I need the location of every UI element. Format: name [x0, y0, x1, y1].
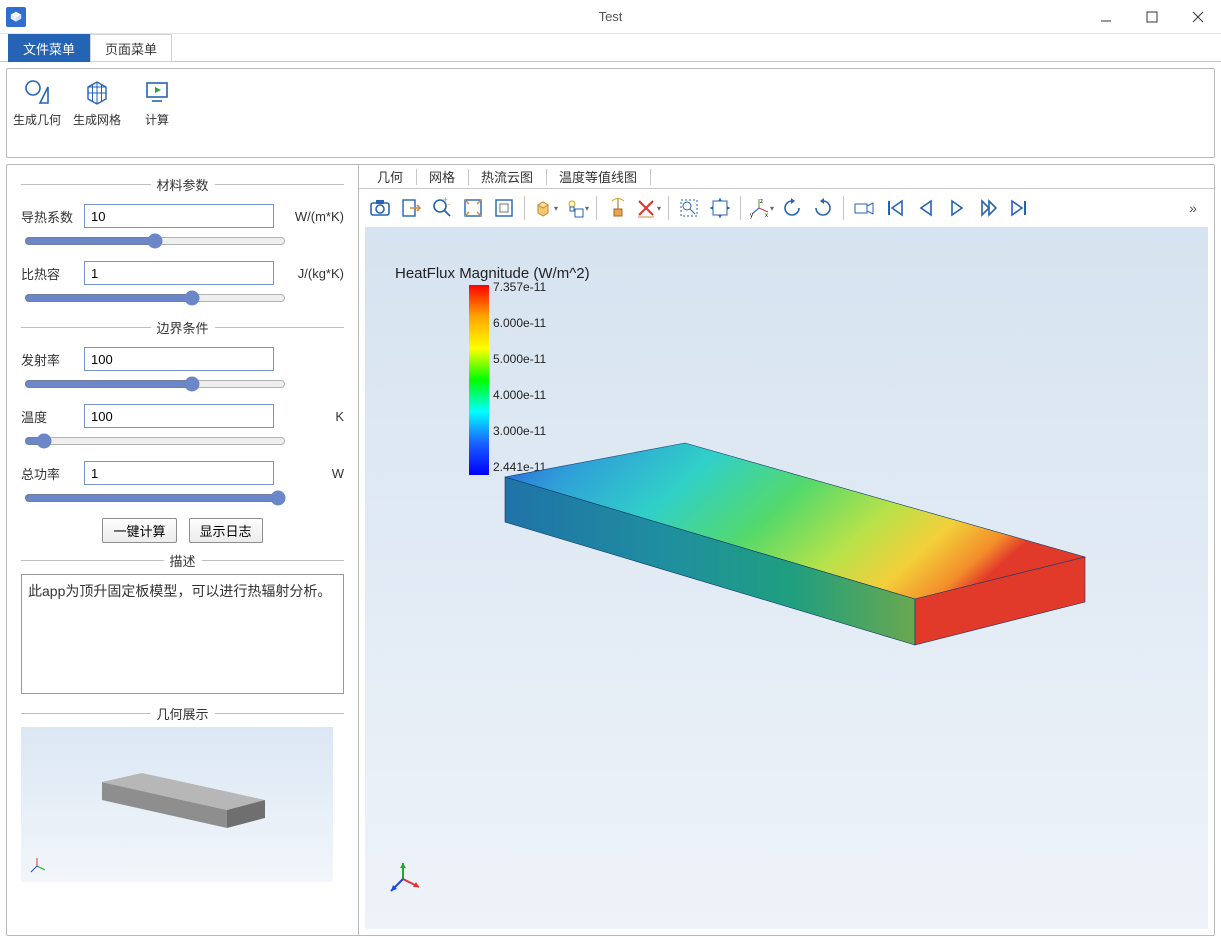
- compute-button[interactable]: 一键计算: [102, 518, 176, 543]
- toolbar-overflow-icon[interactable]: »: [1178, 193, 1208, 223]
- ribbon-label: 计算: [145, 111, 169, 128]
- mesh-cube-icon: [82, 77, 112, 107]
- description-text: 此app为顶升固定板模型，可以进行热辐射分析。: [21, 574, 344, 694]
- select-box-icon[interactable]: [674, 193, 704, 223]
- section-title: 几何展示: [151, 704, 215, 723]
- ribbon-label: 生成网格: [73, 111, 121, 128]
- export-icon[interactable]: [396, 193, 426, 223]
- specific-heat-slider[interactable]: [24, 289, 286, 307]
- power-slider[interactable]: [24, 489, 286, 507]
- skip-last-icon[interactable]: [1004, 193, 1034, 223]
- thermal-conductivity-slider[interactable]: [24, 232, 286, 250]
- play-screen-icon: [142, 77, 172, 107]
- section-title: 描述: [164, 551, 202, 570]
- view-tab-geometry[interactable]: 几何: [365, 165, 416, 188]
- emissivity-slider[interactable]: [24, 375, 286, 393]
- main-area: 几何 网格 热流云图 温度等值线图 +- ▾ ▾ ▾ zxy▾: [359, 165, 1214, 935]
- svg-text:z: z: [760, 199, 763, 205]
- zoom-icon[interactable]: +-: [427, 193, 457, 223]
- section-material: 材料参数: [21, 175, 344, 194]
- param-unit: W/(m*K): [295, 209, 344, 224]
- section-title: 边界条件: [151, 318, 215, 337]
- ribbon: 生成几何 生成网格 计算: [6, 68, 1215, 158]
- show-log-button[interactable]: 显示日志: [189, 518, 263, 543]
- thermal-conductivity-input[interactable]: [84, 204, 274, 228]
- section-boundary: 边界条件: [21, 318, 344, 337]
- param-unit: W: [332, 466, 344, 481]
- step-back-icon[interactable]: [911, 193, 941, 223]
- clear-icon[interactable]: [602, 193, 632, 223]
- param-label: 总功率: [21, 464, 76, 483]
- ribbon-generate-geometry[interactable]: 生成几何: [7, 69, 67, 157]
- tab-label: 页面菜单: [105, 39, 157, 58]
- geometry-preview[interactable]: [21, 727, 333, 882]
- viewport-3d[interactable]: HeatFlux Magnitude (W/m^2) 7.357e-11 6.0…: [365, 227, 1208, 929]
- camera-icon[interactable]: [849, 193, 879, 223]
- step-forward-icon[interactable]: [973, 193, 1003, 223]
- view-tab-heatflux[interactable]: 热流云图: [469, 165, 546, 188]
- param-label: 比热容: [21, 264, 76, 283]
- temperature-input[interactable]: [84, 404, 274, 428]
- rotate-ccw-icon[interactable]: [777, 193, 807, 223]
- titlebar: Test: [0, 0, 1221, 34]
- temperature-slider[interactable]: [24, 432, 286, 450]
- param-label: 发射率: [21, 350, 76, 369]
- window-title: Test: [0, 9, 1221, 24]
- rotate-cw-icon[interactable]: [808, 193, 838, 223]
- viewport-toolbar: +- ▾ ▾ ▾ zxy▾ »: [359, 189, 1214, 227]
- axes-gizmo-icon: [383, 859, 423, 899]
- power-input[interactable]: [84, 461, 274, 485]
- tab-page-menu[interactable]: 页面菜单: [90, 34, 172, 62]
- section-geom-preview: 几何展示: [21, 704, 344, 723]
- pan-icon[interactable]: [705, 193, 735, 223]
- svg-text:y: y: [750, 213, 753, 219]
- ribbon-label: 生成几何: [13, 111, 61, 128]
- view-tab-mesh[interactable]: 网格: [417, 165, 468, 188]
- view-tab-isotherms[interactable]: 温度等值线图: [547, 165, 650, 188]
- reset-view-icon[interactable]: [489, 193, 519, 223]
- main-tabbar: 文件菜单 页面菜单: [0, 34, 1221, 62]
- snapshot-icon[interactable]: [365, 193, 395, 223]
- fit-view-icon[interactable]: [458, 193, 488, 223]
- param-unit: J/(kg*K): [298, 266, 344, 281]
- axes-mini-icon: [27, 856, 47, 876]
- param-unit: K: [335, 409, 344, 424]
- emissivity-input[interactable]: [84, 347, 274, 371]
- section-title: 材料参数: [151, 175, 215, 194]
- skip-first-icon[interactable]: [880, 193, 910, 223]
- view-tabs: 几何 网格 热流云图 温度等值线图: [359, 165, 1214, 189]
- section-description: 描述: [21, 551, 344, 570]
- light-icon[interactable]: ▾: [561, 193, 591, 223]
- delete-icon[interactable]: ▾: [633, 193, 663, 223]
- ribbon-compute[interactable]: 计算: [127, 69, 187, 157]
- specific-heat-input[interactable]: [84, 261, 274, 285]
- model-render: [455, 387, 1215, 907]
- svg-text:x: x: [765, 213, 768, 219]
- show-cube-icon[interactable]: ▾: [530, 193, 560, 223]
- tab-file-menu[interactable]: 文件菜单: [8, 34, 90, 62]
- sidebar: 材料参数 导热系数 W/(m*K) 比热容 J/(kg*K) 边界条件 发射率 …: [7, 165, 359, 935]
- axes-icon[interactable]: zxy▾: [746, 193, 776, 223]
- svg-text:-: -: [448, 200, 451, 209]
- ribbon-generate-mesh[interactable]: 生成网格: [67, 69, 127, 157]
- param-label: 温度: [21, 407, 76, 426]
- param-label: 导热系数: [21, 207, 76, 226]
- tab-label: 文件菜单: [23, 39, 75, 58]
- play-icon[interactable]: [942, 193, 972, 223]
- sphere-cone-icon: [22, 77, 52, 107]
